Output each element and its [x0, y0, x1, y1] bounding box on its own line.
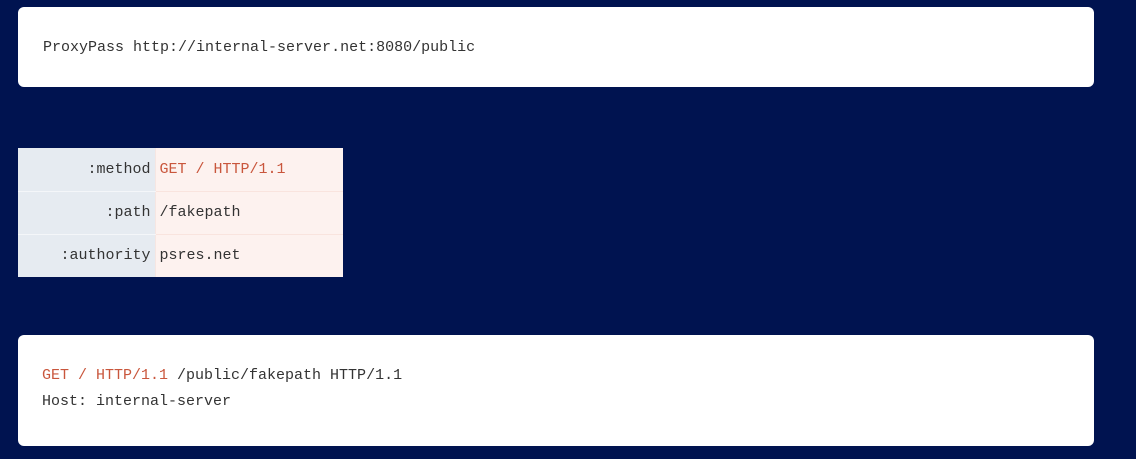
header-key-authority: :authority — [18, 234, 155, 277]
request-line: GET / HTTP/1.1 /public/fakepath HTTP/1.1 — [42, 363, 1094, 389]
header-value-authority: psres.net — [154, 234, 343, 277]
table-row-method: :method GET / HTTP/1.1 — [18, 148, 343, 192]
request-line-rest: /public/fakepath HTTP/1.1 — [168, 367, 403, 384]
proxy-config-code-block: ProxyPass http://internal-server.net:808… — [18, 7, 1094, 87]
header-key-method: :method — [18, 148, 155, 192]
host-header-line: Host: internal-server — [42, 393, 232, 410]
forwarded-request-code-block: GET / HTTP/1.1 /public/fakepath HTTP/1.1… — [18, 335, 1094, 446]
proxypass-target-url: http://internal-server.net:8080/public — [133, 39, 476, 56]
header-value-method: GET / HTTP/1.1 — [154, 148, 343, 192]
table-row-authority: :authority psres.net — [18, 234, 343, 277]
injected-request-text: GET / HTTP/1.1 — [42, 367, 169, 384]
http2-pseudo-headers-table: :method GET / HTTP/1.1 :path /fakepath :… — [18, 148, 343, 277]
header-key-path: :path — [18, 191, 155, 235]
table-row-path: :path /fakepath — [18, 191, 343, 235]
proxypass-directive: ProxyPass — [43, 39, 125, 56]
header-value-path: /fakepath — [154, 191, 343, 235]
